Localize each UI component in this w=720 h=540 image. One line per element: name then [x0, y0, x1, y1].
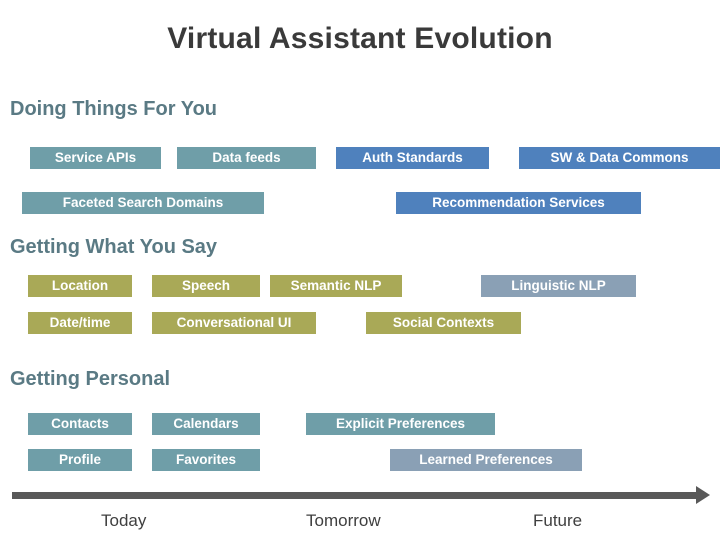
- chip-sw-data-commons[interactable]: SW & Data Commons: [519, 147, 720, 169]
- timeline-label-future: Future: [533, 511, 583, 530]
- chip-date-time[interactable]: Date/time: [28, 312, 132, 334]
- section-heading-getting-what-you-say: Getting What You Say: [10, 236, 218, 258]
- timeline-axis-line: [12, 492, 698, 499]
- chip-data-feeds[interactable]: Data feeds: [177, 147, 316, 169]
- page-title: Virtual Assistant Evolution: [167, 22, 553, 55]
- chip-speech[interactable]: Speech: [152, 275, 260, 297]
- chip-explicit-preferences[interactable]: Explicit Preferences: [306, 413, 495, 435]
- chip-location[interactable]: Location: [28, 275, 132, 297]
- chip-auth-standards[interactable]: Auth Standards: [336, 147, 489, 169]
- section-heading-doing-things-for-you: Doing Things For You: [10, 98, 218, 120]
- chip-service-apis[interactable]: Service APIs: [30, 147, 161, 169]
- chip-conversational-ui[interactable]: Conversational UI: [152, 312, 316, 334]
- section-heading-getting-personal: Getting Personal: [10, 368, 171, 390]
- chip-favorites[interactable]: Favorites: [152, 449, 260, 471]
- chip-learned-preferences[interactable]: Learned Preferences: [390, 449, 582, 471]
- chip-semantic-nlp[interactable]: Semantic NLP: [270, 275, 402, 297]
- chip-social-contexts[interactable]: Social Contexts: [366, 312, 521, 334]
- chip-profile[interactable]: Profile: [28, 449, 132, 471]
- slide-canvas: Virtual Assistant Evolution Doing Things…: [0, 0, 720, 540]
- timeline-arrow-icon: [696, 486, 710, 504]
- chip-recommendation-services[interactable]: Recommendation Services: [396, 192, 641, 214]
- timeline-label-today: Today: [101, 511, 147, 530]
- chip-faceted-search-domains[interactable]: Faceted Search Domains: [22, 192, 264, 214]
- chip-calendars[interactable]: Calendars: [152, 413, 260, 435]
- chip-contacts[interactable]: Contacts: [28, 413, 132, 435]
- timeline-label-tomorrow: Tomorrow: [306, 511, 381, 530]
- chip-linguistic-nlp[interactable]: Linguistic NLP: [481, 275, 636, 297]
